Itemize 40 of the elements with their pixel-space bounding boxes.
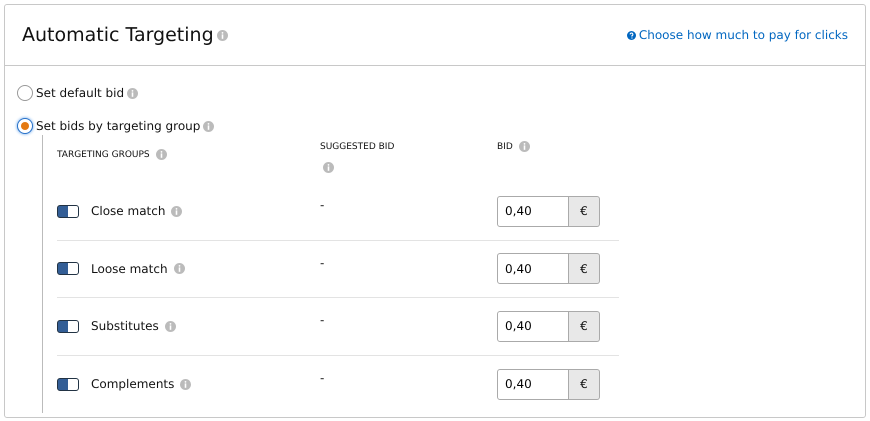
suggested-bid: -	[320, 313, 324, 327]
currency-addon: €	[569, 310, 600, 342]
radio-button[interactable]	[17, 118, 33, 134]
radio-button[interactable]	[17, 85, 33, 101]
toggle-switch[interactable]	[57, 204, 79, 218]
help-link[interactable]: Choose how much to pay for clicks	[638, 26, 848, 44]
column-header: SUGGESTED BID	[320, 141, 396, 154]
toggle-switch[interactable]	[57, 320, 79, 333]
suggested-bid: -	[320, 370, 324, 384]
currency-addon: €	[569, 196, 600, 227]
bid-input[interactable]: 0,40	[497, 196, 569, 227]
bid-input[interactable]: 0,40	[497, 253, 569, 284]
help-icon	[626, 30, 636, 40]
currency-addon: €	[569, 368, 600, 400]
info-icon	[180, 378, 192, 390]
column-header: BID	[497, 141, 513, 154]
toggle-switch[interactable]	[57, 378, 79, 391]
info-icon	[518, 141, 530, 152]
info-icon	[164, 320, 176, 332]
suggested-bid: -	[320, 256, 324, 270]
info-icon	[127, 88, 138, 98]
option-label: Set default bid	[36, 85, 124, 102]
info-icon	[203, 120, 214, 132]
toggle-switch[interactable]	[57, 262, 79, 276]
info-icon	[174, 263, 185, 274]
bid-input[interactable]: 0,40	[497, 368, 569, 400]
group-name: Loose match	[91, 260, 168, 278]
bid-input[interactable]: 0,40	[497, 310, 569, 342]
group-name: Substitutes	[91, 318, 159, 336]
column-header: TARGETING GROUPS	[57, 149, 150, 162]
section-title: Automatic Targeting	[22, 22, 214, 48]
info-icon	[216, 30, 228, 40]
group-name: Close match	[91, 203, 166, 220]
currency-addon: €	[569, 253, 600, 284]
option-label: Set bids by targeting group	[36, 118, 200, 135]
info-icon	[171, 206, 182, 217]
suggested-bid: -	[320, 198, 324, 212]
info-icon	[323, 162, 334, 173]
group-name: Complements	[91, 376, 174, 394]
info-icon	[156, 149, 167, 160]
